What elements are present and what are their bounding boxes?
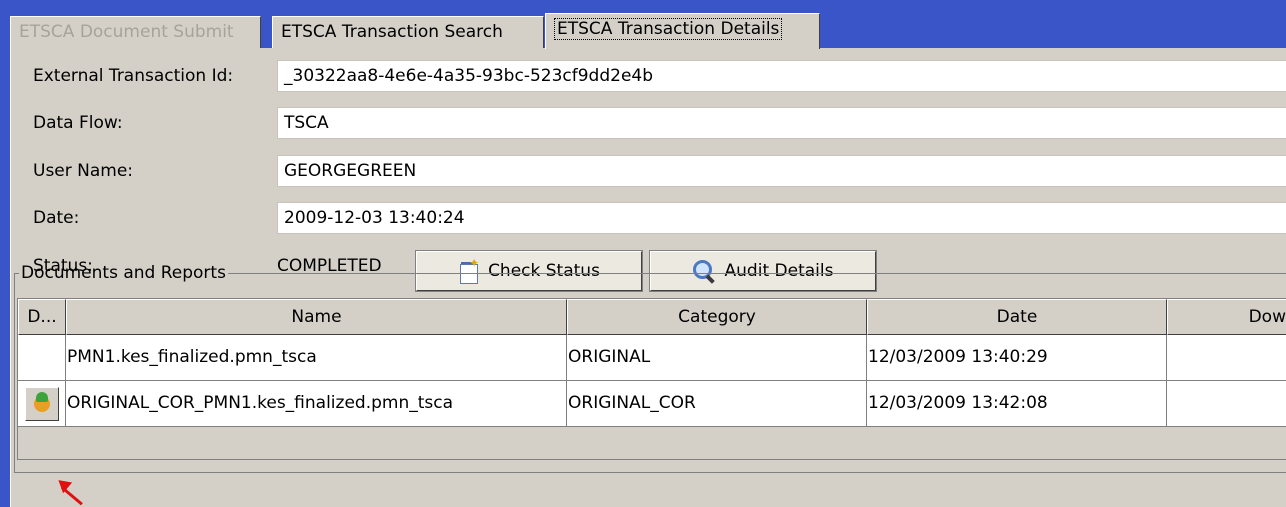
tab-bar: ETSCA Document Submit ETSCA Transaction … (10, 13, 1286, 49)
table-row[interactable]: ORIGINAL_COR_PMN1.kes_finalized.pmn_tsca… (18, 381, 1286, 427)
dow-cell (1167, 381, 1286, 427)
category-cell: ORIGINAL (567, 335, 867, 381)
column-header-download[interactable]: D... (18, 299, 66, 335)
data-flow-label: Data Flow: (33, 113, 123, 133)
column-header-date[interactable]: Date (867, 299, 1167, 335)
date-cell: 12/03/2009 13:40:29 (867, 335, 1167, 381)
tab-transaction-details-label: ETSCA Transaction Details (554, 18, 783, 40)
date-field[interactable]: 2009-12-03 13:40:24 (277, 202, 1286, 234)
column-header-name[interactable]: Name (66, 299, 567, 335)
name-cell: ORIGINAL_COR_PMN1.kes_finalized.pmn_tsca (66, 381, 567, 427)
dow-cell (1167, 335, 1286, 381)
documents-table: D... Name Category Date Dow PMN1.kes_fin… (17, 298, 1286, 460)
date-row: Date: 2009-12-03 13:40:24 (11, 198, 1286, 238)
external-transaction-id-label: External Transaction Id: (33, 66, 234, 86)
column-header-category[interactable]: Category (567, 299, 867, 335)
user-name-label: User Name: (33, 161, 134, 181)
date-cell: 12/03/2009 13:42:08 (867, 381, 1167, 427)
tab-transaction-details[interactable]: ETSCA Transaction Details (545, 13, 820, 49)
external-transaction-id-row: External Transaction Id: _30322aa8-4e6e-… (11, 56, 1286, 96)
download-cell (18, 335, 66, 381)
download-button[interactable] (25, 387, 59, 421)
user-name-row: User Name: GEORGEGREEN (11, 151, 1286, 191)
documents-and-reports-legend: Documents and Reports (21, 263, 226, 283)
category-cell: ORIGINAL_COR (567, 381, 867, 427)
data-flow-row: Data Flow: TSCA (11, 103, 1286, 143)
tab-transaction-search[interactable]: ETSCA Transaction Search (272, 16, 544, 48)
table-row[interactable]: PMN1.kes_finalized.pmn_tsca ORIGINAL 12/… (18, 335, 1286, 381)
user-name-field[interactable]: GEORGEGREEN (277, 155, 1286, 187)
column-header-dow[interactable]: Dow (1167, 299, 1286, 335)
tab-document-submit: ETSCA Document Submit (10, 16, 261, 48)
name-cell: PMN1.kes_finalized.pmn_tsca (66, 335, 567, 381)
date-label: Date: (33, 208, 80, 228)
data-flow-field[interactable]: TSCA (277, 107, 1286, 139)
download-cell (18, 381, 66, 427)
external-transaction-id-field[interactable]: _30322aa8-4e6e-4a35-93bc-523cf9dd2e4b (277, 60, 1286, 92)
